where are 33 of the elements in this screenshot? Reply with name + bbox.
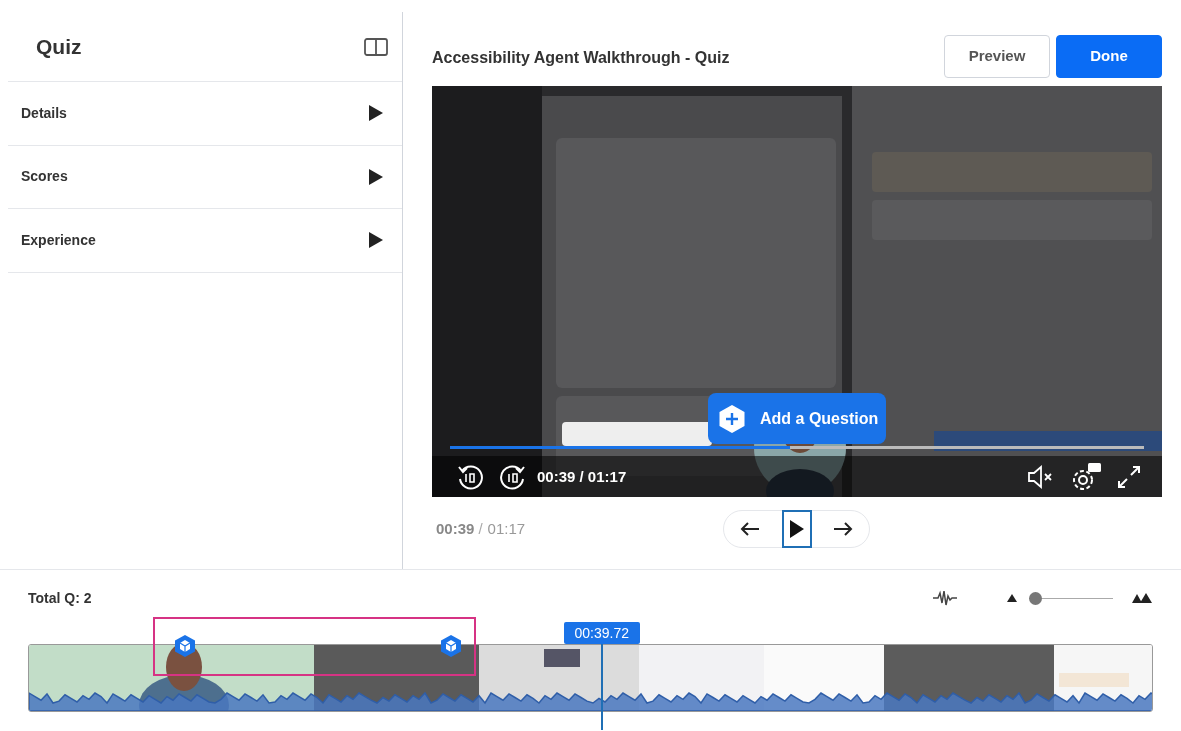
done-button[interactable]: Done xyxy=(1056,35,1162,78)
total-time: 01:17 xyxy=(487,518,526,539)
video-time: 00:39 / 01:17 xyxy=(537,466,627,487)
sidebar-item[interactable]: Scores xyxy=(8,145,402,209)
waveform-icon[interactable] xyxy=(932,590,958,606)
time-separator: / xyxy=(478,518,483,539)
play-icon xyxy=(788,519,805,539)
question-marker-icon[interactable] xyxy=(440,634,462,658)
question-marker-icon[interactable] xyxy=(174,634,196,658)
forward-10-icon[interactable] xyxy=(499,463,527,491)
plus-hexagon-icon xyxy=(718,403,746,434)
rewind-10-icon[interactable] xyxy=(456,463,484,491)
total-questions: Total Q: 2 xyxy=(28,588,92,608)
arrow-left-icon[interactable] xyxy=(740,521,760,537)
zoom-out-icon[interactable] xyxy=(1006,593,1018,603)
current-time: 00:39 xyxy=(436,518,475,539)
preview-button[interactable]: Preview xyxy=(944,35,1050,78)
playhead-line[interactable] xyxy=(600,642,603,730)
add-question-button[interactable]: Add a Question xyxy=(708,393,887,444)
arrow-right-icon[interactable] xyxy=(833,521,853,537)
video-title: Accessibility Agent Walkthrough - Quiz xyxy=(432,47,730,68)
fullscreen-icon[interactable] xyxy=(1116,464,1142,490)
sidebar-title: Quiz xyxy=(36,33,82,60)
video-progress-track[interactable] xyxy=(450,446,1144,449)
sidebar-item[interactable]: Experience xyxy=(8,209,402,273)
zoom-slider-thumb[interactable] xyxy=(1029,591,1042,605)
play-button[interactable] xyxy=(781,510,812,548)
settings-hd-icon[interactable] xyxy=(1070,461,1102,493)
zoom-slider-track[interactable] xyxy=(1029,591,1113,605)
zoom-in-icon[interactable] xyxy=(1131,592,1153,604)
sidebar-item[interactable]: Details xyxy=(8,82,402,146)
playhead-time-label: 00:39.72 xyxy=(563,622,640,644)
panel-layout-icon[interactable] xyxy=(364,37,388,56)
